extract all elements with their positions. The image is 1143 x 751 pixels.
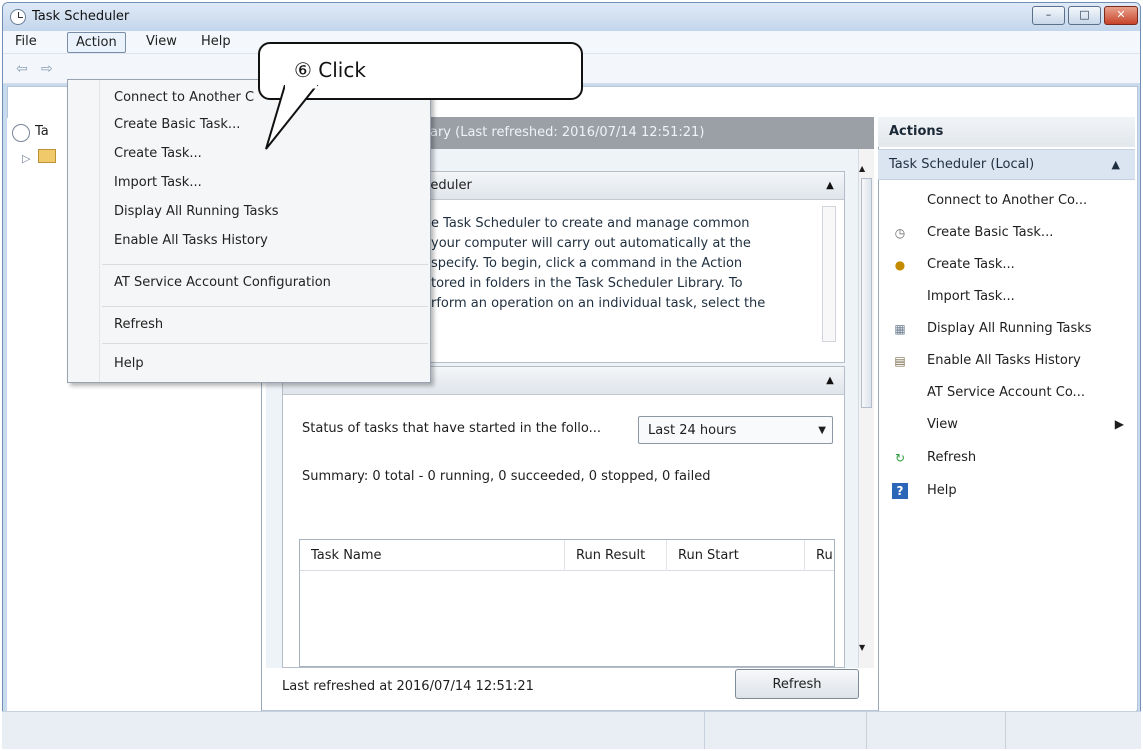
action-import-task[interactable]: Import Task... xyxy=(880,282,1132,311)
close-button[interactable]: ✕ xyxy=(1104,6,1138,25)
scroll-up-icon[interactable]: ▲ xyxy=(859,164,865,173)
time-range-dropdown[interactable]: Last 24 hours ▼ xyxy=(638,416,833,444)
task-scheduler-local-group[interactable]: Task Scheduler (Local) ▲ xyxy=(878,149,1135,180)
callout-text: ⑥ Click xyxy=(294,58,366,82)
forward-arrow-icon[interactable]: ⇨ xyxy=(41,61,67,77)
history-icon: ▤ xyxy=(894,354,906,368)
dropdown-value: Last 24 hours xyxy=(648,423,737,438)
action-connect-to-another-computer[interactable]: Connect to Another Co... xyxy=(880,186,1132,215)
menu-separator xyxy=(102,264,428,265)
title-bar: Task Scheduler – □ ✕ xyxy=(3,3,1140,31)
menu-refresh[interactable]: Refresh xyxy=(114,313,163,337)
submenu-arrow-icon: ▶ xyxy=(1114,417,1124,431)
action-create-task[interactable]: ● Create Task... xyxy=(880,250,1132,279)
menu-action[interactable]: Action xyxy=(67,32,126,53)
menu-help-item[interactable]: Help xyxy=(114,352,144,376)
refresh-icon: ↻ xyxy=(894,451,906,465)
column-run-result[interactable]: Run Result xyxy=(565,540,667,571)
last-refreshed-text: Last refreshed at 2016/07/14 12:51:21 xyxy=(282,679,534,694)
action-dropdown-menu: Connect to Another C Create Basic Task..… xyxy=(67,79,431,383)
collapse-up-icon[interactable]: ▲ xyxy=(823,375,837,387)
actions-title: Actions xyxy=(878,117,1135,147)
task-summary: Summary: 0 total - 0 running, 0 succeede… xyxy=(302,469,711,484)
back-arrow-icon[interactable]: ⇦ xyxy=(16,61,42,77)
action-at-service-account[interactable]: AT Service Account Co... xyxy=(880,378,1132,407)
window-title: Task Scheduler xyxy=(32,9,130,24)
menu-help[interactable]: Help xyxy=(193,32,239,53)
task-table-header: Task Name Run Result Run Start Ru xyxy=(300,540,834,571)
minimize-button[interactable]: – xyxy=(1032,6,1065,25)
status-separator xyxy=(866,711,867,749)
action-enable-tasks-history[interactable]: ▤ Enable All Tasks History xyxy=(880,346,1132,375)
status-separator xyxy=(704,711,705,749)
overview-text: e Task Scheduler to create and manage co… xyxy=(431,216,766,311)
maximize-button[interactable]: □ xyxy=(1068,6,1101,25)
calendar-clock-icon: ◷ xyxy=(894,226,906,240)
folder-icon[interactable] xyxy=(38,149,56,163)
menu-separator xyxy=(102,306,428,307)
task-icon: ● xyxy=(894,258,906,272)
menu-create-task[interactable]: Create Task... xyxy=(114,142,202,166)
task-table: Task Name Run Result Run Start Ru xyxy=(299,539,835,667)
tree-expand-icon[interactable]: ▷ xyxy=(22,152,30,165)
chevron-down-icon: ▼ xyxy=(818,425,826,436)
running-tasks-icon: ▦ xyxy=(894,322,906,336)
action-display-running-tasks[interactable]: ▦ Display All Running Tasks xyxy=(880,314,1132,343)
scroll-down-icon[interactable]: ▼ xyxy=(859,643,865,652)
overview-scrollbar[interactable] xyxy=(822,206,836,342)
menu-view[interactable]: View xyxy=(138,32,185,53)
help-icon: ? xyxy=(892,483,908,499)
column-run-end[interactable]: Ru xyxy=(805,540,834,571)
menu-create-basic-task[interactable]: Create Basic Task... xyxy=(114,113,240,137)
collapse-up-icon: ▲ xyxy=(1111,158,1120,171)
menu-at-service-account-configuration[interactable]: AT Service Account Configuration xyxy=(114,271,331,295)
action-create-basic-task[interactable]: ◷ Create Basic Task... xyxy=(880,218,1132,247)
menu-enable-tasks-history[interactable]: Enable All Tasks History xyxy=(114,229,268,253)
column-run-start[interactable]: Run Start xyxy=(667,540,805,571)
menu-file[interactable]: File xyxy=(7,32,45,53)
menu-separator xyxy=(102,343,428,344)
clock-icon xyxy=(10,9,26,25)
tree-root-label[interactable]: Ta xyxy=(35,124,49,139)
menu-import-task[interactable]: Import Task... xyxy=(114,171,202,195)
menu-connect-to-another-computer[interactable]: Connect to Another C xyxy=(114,86,254,110)
status-bar xyxy=(2,711,1141,749)
callout-pointer xyxy=(265,85,319,150)
menu-display-running-tasks[interactable]: Display All Running Tasks xyxy=(114,200,279,224)
status-separator xyxy=(1005,711,1006,749)
action-view[interactable]: View ▶ xyxy=(880,410,1132,439)
action-help[interactable]: ? Help xyxy=(880,476,1132,505)
scrollbar-thumb[interactable] xyxy=(861,178,872,408)
refresh-button[interactable]: Refresh xyxy=(735,669,859,699)
action-refresh[interactable]: ↻ Refresh xyxy=(880,443,1132,472)
task-scheduler-root-icon[interactable] xyxy=(12,124,30,142)
column-task-name[interactable]: Task Name xyxy=(300,540,565,571)
status-label: Status of tasks that have started in the… xyxy=(302,421,602,436)
collapse-up-icon[interactable]: ▲ xyxy=(823,180,837,192)
